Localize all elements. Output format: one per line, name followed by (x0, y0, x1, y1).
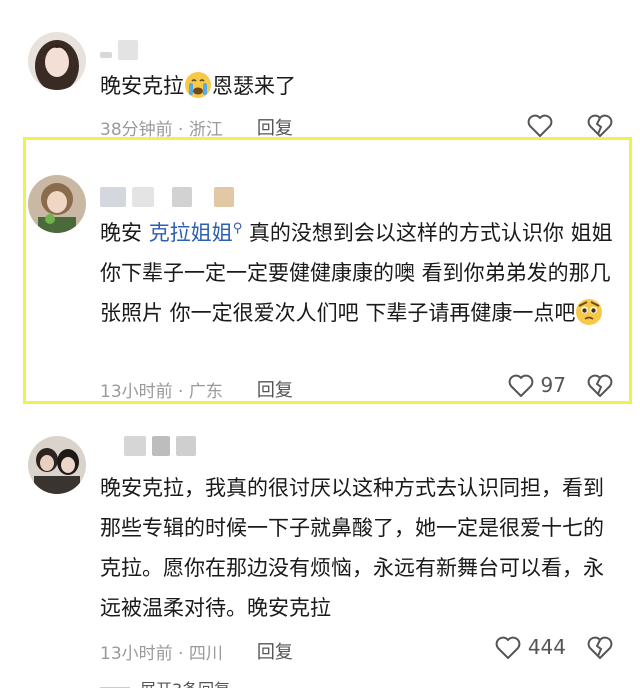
time-location: 38分钟前 · 浙江 (100, 119, 223, 140)
heart-outline-icon (508, 374, 533, 397)
search-icon: ⚲ (232, 221, 243, 236)
username-blurred[interactable] (100, 40, 138, 60)
avatar[interactable] (28, 436, 86, 494)
broken-heart-icon (587, 636, 613, 659)
time-location: 13小时前 · 广东 (100, 381, 223, 402)
mention-link[interactable]: 克拉姐姐⚲ (149, 221, 243, 245)
comment-actions: 97 (507, 372, 614, 398)
broken-heart-icon (587, 114, 613, 137)
like-count: 444 (527, 635, 566, 659)
comment-actions (526, 112, 614, 138)
dislike-button[interactable] (586, 634, 614, 660)
expand-replies-link[interactable]: 展开3条回复 (140, 676, 230, 688)
reply-button[interactable]: 回复 (257, 376, 293, 402)
heart-outline-icon (527, 114, 553, 137)
comment-1: 晚安克拉 恩瑟来了 38分钟前 · 浙江 回复 (0, 0, 640, 140)
comment-text: 晚安克拉，我真的很讨厌以这种方式去认识同担，看到那些专辑的时候一下子就鼻酸了，她… (100, 476, 604, 620)
avatar[interactable] (28, 32, 86, 90)
comment-text: 晚安 克拉姐姐⚲ 真的没想到会以这样的方式认识你 姐姐你下辈子一定一定要健健康康… (100, 221, 613, 325)
comment-meta: 13小时前 · 广东 回复 (100, 376, 293, 402)
avatar[interactable] (28, 175, 86, 233)
dislike-button[interactable] (586, 372, 614, 398)
comment-meta: 13小时前 · 四川 回复 (100, 638, 293, 664)
comment-2: 晚安 克拉姐姐⚲ 真的没想到会以这样的方式认识你 姐姐你下辈子一定一定要健健康康… (0, 137, 640, 404)
reply-button[interactable]: 回复 (257, 638, 293, 664)
time-location: 13小时前 · 四川 (100, 643, 223, 664)
heart-outline-icon (495, 636, 521, 659)
pleading-emoji-icon (576, 299, 603, 325)
like-count: 97 (540, 373, 566, 397)
like-button[interactable]: 444 (494, 634, 566, 660)
username-blurred[interactable] (124, 436, 196, 456)
dislike-button[interactable] (586, 112, 614, 138)
comment-text: 晚安克拉 恩瑟来了 (100, 66, 620, 106)
comment-actions: 444 (494, 634, 614, 660)
broken-heart-icon (587, 374, 613, 397)
crying-emoji-icon (185, 72, 211, 98)
like-button[interactable] (526, 112, 554, 138)
like-button[interactable]: 97 (507, 372, 566, 398)
comment-3: 晚安克拉，我真的很讨厌以这种方式去认识同担，看到那些专辑的时候一下子就鼻酸了，她… (0, 404, 640, 688)
username-blurred[interactable] (100, 187, 234, 207)
